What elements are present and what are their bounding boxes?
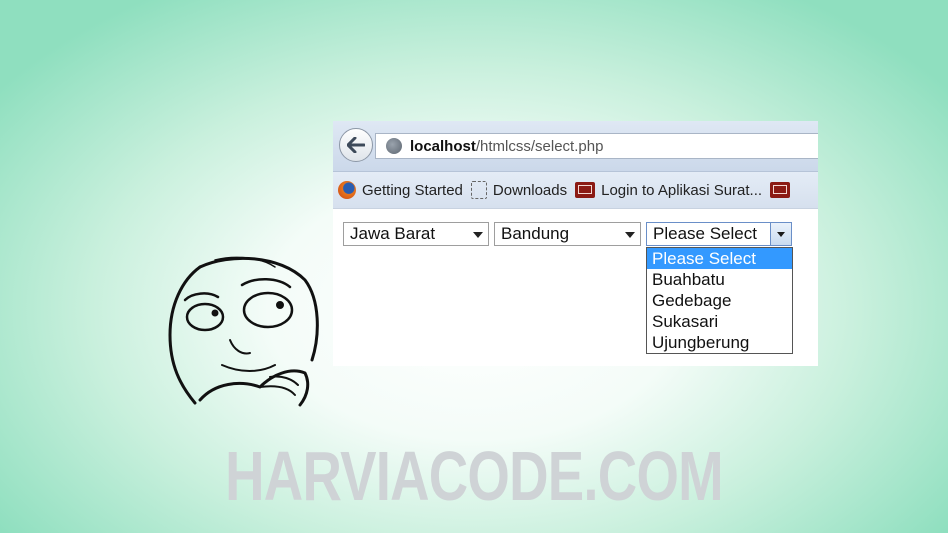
dropdown-toggle-button[interactable] — [770, 223, 791, 245]
back-arrow-icon — [347, 137, 365, 153]
navigation-bar: localhost/htmlcss/select.php — [333, 121, 818, 172]
bookmark-getting-started[interactable]: Getting Started — [333, 181, 463, 199]
province-select[interactable]: Jawa Barat — [343, 222, 489, 246]
district-select[interactable]: Please Select — [646, 222, 792, 246]
firefox-icon — [338, 181, 356, 199]
thinking-face-illustration — [168, 256, 319, 407]
browser-screenshot: localhost/htmlcss/select.php Getting Sta… — [333, 121, 818, 366]
url-text: localhost/htmlcss/select.php — [410, 138, 603, 155]
bookmark-mail[interactable] — [770, 182, 796, 198]
option-gedebage[interactable]: Gedebage — [647, 290, 792, 311]
chevron-down-icon — [777, 231, 785, 237]
province-select-value: Jawa Barat — [350, 224, 436, 243]
option-sukasari[interactable]: Sukasari — [647, 311, 792, 332]
chevron-down-icon — [473, 232, 483, 238]
mail-icon — [575, 182, 596, 198]
bookmark-label: Downloads — [492, 181, 568, 199]
address-bar[interactable]: localhost/htmlcss/select.php — [375, 133, 818, 159]
chevron-down-icon — [625, 232, 635, 238]
site-watermark: HARVIACODE.COM — [225, 437, 723, 515]
url-path: /htmlcss/select.php — [475, 137, 604, 155]
globe-icon — [386, 138, 402, 154]
option-ujungberung[interactable]: Ujungberung — [647, 332, 792, 353]
bookmark-downloads[interactable]: Downloads — [470, 181, 568, 199]
mail-icon — [770, 182, 791, 198]
option-buahbatu[interactable]: Buahbatu — [647, 269, 792, 290]
bookmarks-toolbar: Getting Started Downloads Login to Aplik… — [333, 172, 818, 209]
bookmark-label: Getting Started — [362, 181, 463, 199]
downloads-icon — [470, 181, 487, 199]
back-button[interactable] — [339, 128, 373, 162]
district-options-list: Please Select Buahbatu Gedebage Sukasari… — [646, 247, 793, 354]
option-please-select[interactable]: Please Select — [647, 248, 792, 269]
city-select[interactable]: Bandung — [494, 222, 641, 246]
page-content: Jawa Barat Bandung Please Select Please … — [333, 209, 818, 366]
bookmark-login-aplikasi[interactable]: Login to Aplikasi Surat... — [575, 182, 762, 199]
url-host: localhost — [410, 137, 476, 155]
district-select-value: Please Select — [653, 224, 757, 243]
city-select-value: Bandung — [501, 224, 570, 243]
bookmark-label: Login to Aplikasi Surat... — [601, 181, 763, 199]
